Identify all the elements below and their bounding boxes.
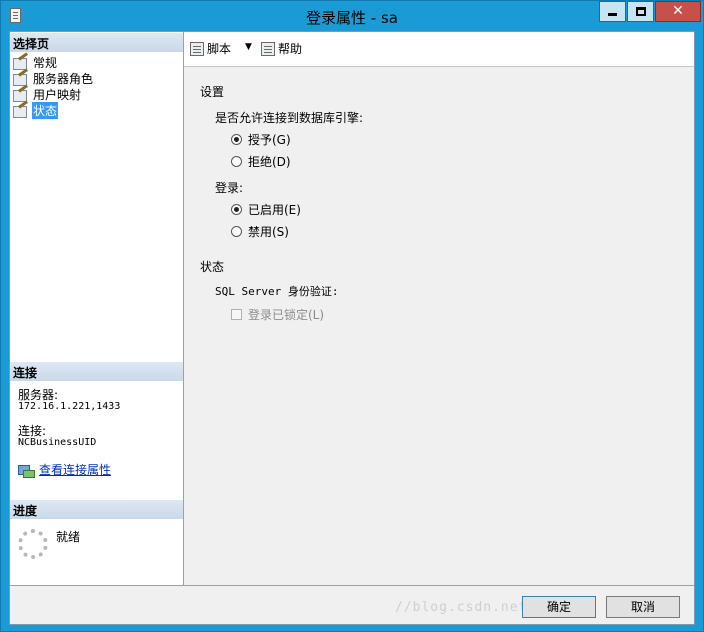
script-icon <box>190 41 204 56</box>
left-pane: 选择页 常规 服务器角色 用户映射 状态 连接 服务器: 172.16.1.22… <box>10 32 184 585</box>
script-label: 脚本 <box>207 42 232 56</box>
progress-spinner-icon <box>18 529 48 559</box>
grant-radio[interactable]: 授予(G) <box>231 131 291 148</box>
disabled-radio-button[interactable] <box>231 226 242 237</box>
status-group-title: 状态 <box>200 260 225 274</box>
connection-label: 连接: <box>18 424 47 438</box>
enabled-radio[interactable]: 已启用(E) <box>231 201 301 218</box>
disabled-radio[interactable]: 禁用(S) <box>231 223 289 240</box>
right-pane: 脚本 ▼ 帮助 设置 是否允许连接到数据库引擎: 授予(G) 拒绝(D) 登录:… <box>184 32 694 585</box>
window-title: 登录属性 - sa <box>306 9 398 27</box>
disabled-label: 禁用(S) <box>248 225 289 239</box>
maximize-button[interactable] <box>627 1 654 22</box>
connection-header: 连接 <box>10 362 183 381</box>
login-locked-checkbox: 登录已锁定(L) <box>231 306 324 323</box>
page-label: 常规 <box>33 55 58 70</box>
ok-button[interactable]: 确定 <box>522 596 596 618</box>
connection-properties-icon <box>18 463 35 478</box>
script-button[interactable]: 脚本 <box>190 40 231 57</box>
script-dropdown-icon[interactable]: ▼ <box>245 42 252 52</box>
view-connection-text: 查看连接属性 <box>39 463 112 477</box>
connection-info: 服务器: 172.16.1.221,1433 连接: NCBusinessUID <box>18 389 120 449</box>
toolbar: 脚本 ▼ 帮助 <box>184 32 694 67</box>
page-icon <box>13 55 29 70</box>
dialog-client: 选择页 常规 服务器角色 用户映射 状态 连接 服务器: 172.16.1.22… <box>9 31 695 625</box>
cancel-button[interactable]: 取消 <box>606 596 680 618</box>
help-button[interactable]: 帮助 <box>261 40 302 57</box>
page-item-user-mapping[interactable]: 用户映射 <box>13 86 82 102</box>
dialog-window: 登录属性 - sa ✕ 选择页 常规 服务器角色 用户映射 状态 连接 服务器:… <box>0 0 704 632</box>
title-bar[interactable]: 登录属性 - sa ✕ <box>1 1 703 31</box>
help-label: 帮助 <box>278 42 303 56</box>
minimize-icon <box>608 13 617 16</box>
login-locked-check <box>231 309 242 320</box>
minimize-button[interactable] <box>599 1 626 22</box>
page-icon <box>13 87 29 102</box>
progress-header: 进度 <box>10 500 183 519</box>
grant-radio-button[interactable] <box>231 134 242 145</box>
server-value: 172.16.1.221,1433 <box>18 401 121 412</box>
deny-radio[interactable]: 拒绝(D) <box>231 153 291 170</box>
deny-radio-button[interactable] <box>231 156 242 167</box>
maximize-icon <box>635 7 646 16</box>
page-icon <box>13 71 29 86</box>
enabled-label: 已启用(E) <box>248 203 301 217</box>
deny-label: 拒绝(D) <box>248 155 291 169</box>
button-bar: //blog.csdn.net/... 确定 取消 <box>10 585 694 624</box>
page-label: 状态 <box>32 101 59 119</box>
page-label: 用户映射 <box>33 87 82 102</box>
close-button[interactable]: ✕ <box>655 1 701 22</box>
page-item-general[interactable]: 常规 <box>13 54 58 70</box>
page-label: 服务器角色 <box>33 71 94 86</box>
sql-auth-label: SQL Server 身份验证: <box>215 285 339 298</box>
progress-status: 就绪 <box>56 530 81 544</box>
view-connection-properties-link[interactable]: 查看连接属性 <box>18 461 111 478</box>
grant-label: 授予(G) <box>248 133 291 147</box>
close-icon: ✕ <box>672 3 684 19</box>
server-label: 服务器: <box>18 388 59 402</box>
settings-group-title: 设置 <box>200 85 225 99</box>
login-label: 登录: <box>215 181 244 195</box>
connection-value: NCBusinessUID <box>18 437 97 448</box>
page-item-status[interactable]: 状态 <box>13 101 59 119</box>
engine-permission-label: 是否允许连接到数据库引擎: <box>215 111 364 125</box>
select-page-header: 选择页 <box>10 33 183 52</box>
page-icon <box>13 103 29 118</box>
login-locked-label: 登录已锁定(L) <box>248 308 325 322</box>
enabled-radio-button[interactable] <box>231 204 242 215</box>
help-icon <box>261 41 275 56</box>
